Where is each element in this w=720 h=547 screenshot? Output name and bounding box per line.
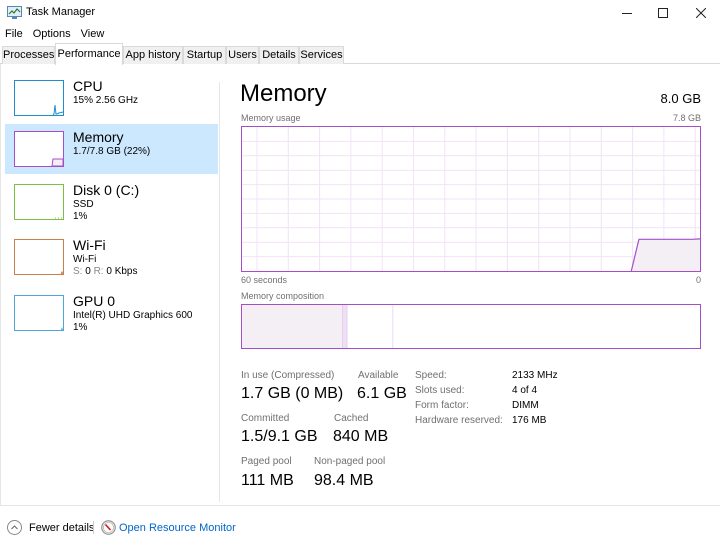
wifi-thumbnail-graph — [14, 239, 64, 275]
spec-label-slots: Slots used: — [415, 385, 465, 396]
paged-pool-label: Paged pool — [241, 456, 292, 467]
tab-users[interactable]: Users — [226, 46, 259, 64]
spec-label-form-factor: Form factor: — [415, 400, 469, 411]
tab-details[interactable]: Details — [259, 46, 299, 64]
spec-value-hardware-reserved: 176 MB — [512, 415, 547, 426]
sidebar-divider — [219, 82, 220, 502]
cached-value: 840 MB — [333, 428, 389, 445]
in-use-label: In use (Compressed) — [241, 370, 335, 381]
open-resource-monitor-link[interactable]: Open Resource Monitor — [119, 522, 236, 534]
page-title: Memory — [240, 80, 327, 107]
non-paged-pool-value: 98.4 MB — [314, 472, 374, 489]
tab-bar: Processes Performance App history Startu… — [0, 43, 720, 65]
sidebar-item-title: CPU — [73, 78, 103, 94]
sidebar-item-usage: 1% — [73, 322, 88, 333]
sidebar-item-detail: 15% 2.56 GHz — [73, 95, 139, 106]
receive-label: R: — [93, 266, 104, 277]
spec-value-slots: 4 of 4 — [512, 385, 538, 396]
fewer-details-link[interactable]: Fewer details — [29, 522, 94, 534]
sidebar-item-title: GPU 0 — [73, 293, 116, 309]
memory-usage-label: Memory usage — [241, 113, 301, 123]
send-label: S: — [73, 266, 83, 277]
memory-usage-graph — [241, 126, 701, 272]
footer-divider — [93, 521, 94, 534]
memory-composition-bar[interactable] — [241, 304, 701, 349]
maximize-icon — [658, 8, 668, 18]
close-button[interactable] — [678, 0, 720, 26]
sidebar-item-wifi[interactable]: Wi-Fi Wi-Fi S: 0 R: 0 Kbps — [5, 232, 218, 282]
spec-value-speed: 2133 MHz — [512, 370, 558, 381]
committed-value: 1.5/9.1 GB — [241, 428, 318, 445]
sidebar-item-title: Memory — [73, 129, 124, 145]
standby-segment[interactable] — [347, 305, 394, 348]
fewer-details-button[interactable] — [7, 520, 22, 535]
cpu-thumbnail-graph — [14, 80, 64, 116]
time-axis-start: 60 seconds — [241, 275, 288, 285]
sidebar-item-detail: Intel(R) UHD Graphics 600 — [73, 310, 193, 321]
in-use-value: 1.7 GB (0 MB) — [241, 385, 344, 402]
menu-view[interactable]: View — [76, 26, 110, 42]
time-axis-end: 0 — [695, 275, 701, 285]
total-memory: 8.0 GB — [660, 91, 701, 106]
memory-usage-area — [631, 238, 700, 271]
menu-file[interactable]: File — [0, 26, 28, 42]
spec-value-form-factor: DIMM — [512, 400, 539, 411]
receive-value: 0 Kbps — [106, 266, 138, 277]
non-paged-pool-label: Non-paged pool — [314, 456, 386, 467]
resource-sidebar: CPU 15% 2.56 GHz Memory 1.7/7.8 GB (22%)… — [2, 64, 220, 505]
cached-label: Cached — [334, 413, 369, 424]
sidebar-item-cpu[interactable]: CPU 15% 2.56 GHz — [5, 73, 218, 123]
menu-bar: File Options View — [0, 26, 109, 42]
window-title: Task Manager — [26, 6, 96, 18]
available-label: Available — [358, 370, 399, 381]
resource-monitor-icon — [101, 520, 116, 535]
committed-label: Committed — [241, 413, 290, 424]
chevron-up-icon — [11, 525, 18, 530]
tab-app-history[interactable]: App history — [123, 46, 183, 64]
sidebar-item-throughput: S: 0 R: 0 Kbps — [73, 266, 138, 277]
sidebar-item-disk[interactable]: Disk 0 (C:) SSD 1% — [5, 177, 218, 227]
minimize-icon — [622, 13, 632, 14]
sidebar-item-title: Wi-Fi — [73, 237, 106, 253]
memory-composition-label: Memory composition — [241, 291, 325, 301]
sidebar-item-detail: SSD — [73, 199, 94, 210]
available-value: 6.1 GB — [357, 385, 407, 402]
paged-pool-value: 111 MB — [241, 472, 294, 489]
tab-services[interactable]: Services — [299, 46, 344, 64]
close-icon — [696, 8, 706, 18]
modified-segment[interactable] — [342, 305, 348, 348]
memory-thumbnail-graph — [14, 131, 64, 167]
sidebar-item-usage: 1% — [73, 211, 88, 222]
free-segment[interactable] — [393, 305, 700, 348]
title-bar: Task Manager — [0, 0, 720, 26]
sidebar-item-memory[interactable]: Memory 1.7/7.8 GB (22%) — [5, 124, 218, 174]
tab-performance[interactable]: Performance — [55, 43, 123, 65]
send-value: 0 — [85, 266, 91, 277]
tab-startup[interactable]: Startup — [183, 46, 226, 64]
sidebar-item-detail: Wi-Fi — [73, 254, 97, 265]
footer: Fewer details Open Resource Monitor — [0, 516, 720, 540]
spec-label-hardware-reserved: Hardware reserved: — [415, 415, 503, 426]
sidebar-item-detail: 1.7/7.8 GB (22%) — [73, 146, 151, 157]
gpu-thumbnail-graph — [14, 295, 64, 331]
spec-label-speed: Speed: — [415, 370, 447, 381]
task-manager-app-icon — [7, 6, 22, 19]
sidebar-item-title: Disk 0 (C:) — [73, 182, 140, 198]
in-use-segment[interactable] — [242, 305, 343, 348]
memory-usage-max: 7.8 GB — [672, 113, 701, 123]
menu-options[interactable]: Options — [28, 26, 76, 42]
tab-processes[interactable]: Processes — [2, 46, 55, 64]
sidebar-item-gpu[interactable]: GPU 0 Intel(R) UHD Graphics 600 1% — [5, 288, 218, 338]
disk-thumbnail-graph — [14, 184, 64, 220]
